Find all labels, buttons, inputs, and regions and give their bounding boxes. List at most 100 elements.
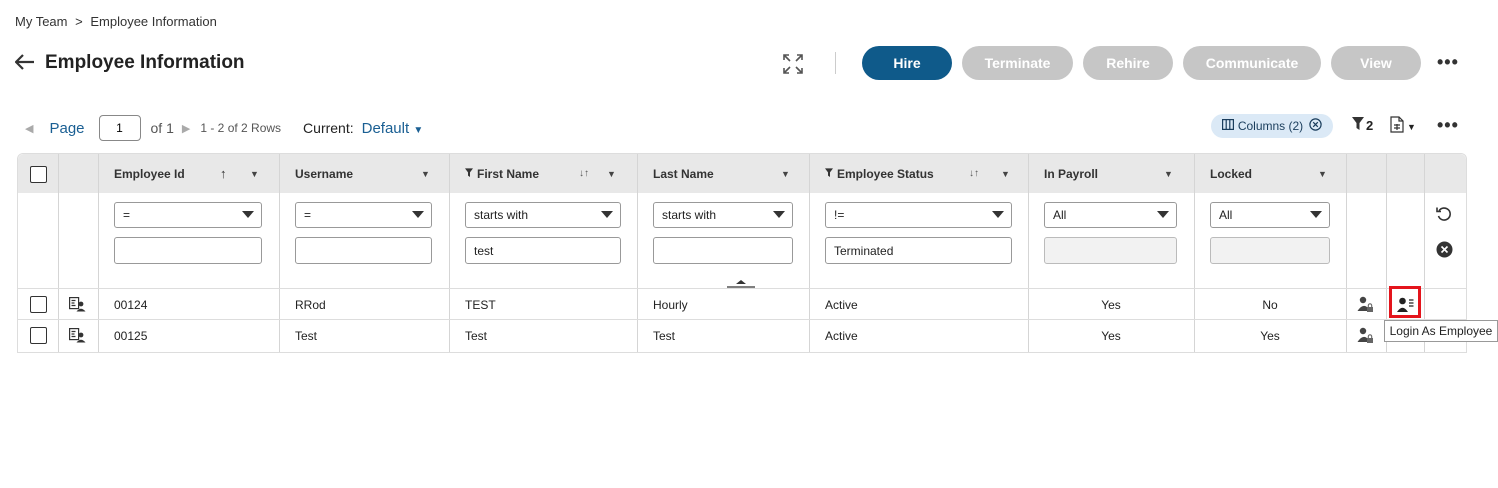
rows-info: 1 - 2 of 2 Rows <box>200 121 282 135</box>
export-button[interactable]: ▼ <box>1390 116 1416 138</box>
columns-icon <box>1221 119 1234 133</box>
column-menu-icon[interactable]: ▼ <box>1001 169 1010 179</box>
communicate-button[interactable]: Communicate <box>1183 46 1321 80</box>
last-name-filter-operator[interactable]: starts with <box>653 202 793 228</box>
next-page-icon[interactable]: ▶ <box>182 122 190 135</box>
header-employee-status[interactable]: Employee Status ↓↑ ▼ <box>825 154 1020 193</box>
select-all-checkbox[interactable] <box>30 166 47 183</box>
view-button[interactable]: View <box>1331 46 1421 80</box>
page-total: of 1 <box>150 120 174 136</box>
page-number-input[interactable] <box>98 115 141 141</box>
column-menu-icon[interactable]: ▼ <box>250 169 259 179</box>
hire-button[interactable]: Hire <box>862 46 952 80</box>
caret-down-icon: ▼ <box>1407 122 1416 132</box>
in-payroll-filter-operator[interactable]: All <box>1044 202 1177 228</box>
user-lock-icon[interactable] <box>1357 289 1374 320</box>
column-menu-icon[interactable]: ▼ <box>781 169 790 179</box>
table-row[interactable]: 00125 Test Test Test Active Yes Yes <box>18 319 1466 351</box>
header-label: Employee Id <box>114 166 185 181</box>
employee-status-filter-operator[interactable]: != <box>825 202 1012 228</box>
filter-operator-value: = <box>123 208 131 222</box>
first-name-filter-input[interactable]: test <box>465 237 621 264</box>
terminate-button[interactable]: Terminate <box>962 46 1073 80</box>
cell-employee-id: 00125 <box>114 328 148 343</box>
page-title: Employee Information <box>45 52 245 73</box>
column-menu-icon[interactable]: ▼ <box>1164 169 1173 179</box>
username-filter-operator[interactable]: = <box>295 202 432 228</box>
filter-operator-value: != <box>834 208 845 222</box>
header-label: Employee Status <box>837 166 934 181</box>
sort-asc-icon[interactable]: ↑ <box>220 166 227 181</box>
header-label: In Payroll <box>1044 166 1099 181</box>
page-label: Page <box>49 119 85 137</box>
employee-card-icon[interactable] <box>69 289 86 320</box>
more-actions-button[interactable]: ••• <box>1437 52 1459 73</box>
user-lock-icon[interactable] <box>1357 320 1374 351</box>
breadcrumb-my-team[interactable]: My Team <box>15 14 68 29</box>
employee-id-filter-input[interactable] <box>114 237 262 264</box>
clear-chip-icon[interactable] <box>1309 118 1322 134</box>
cell-locked: No <box>1262 297 1278 312</box>
title-row: Employee Information <box>14 50 245 76</box>
prev-page-icon[interactable]: ◀ <box>25 122 33 135</box>
filter-count-button[interactable]: 2 <box>1352 117 1373 134</box>
employee-grid: Employee Id ↑ ▼ Username ▼ First Name ↓↑… <box>17 153 1467 353</box>
arrow-left-icon[interactable] <box>14 50 35 76</box>
filter-icon <box>1352 117 1364 134</box>
breadcrumb-current: Employee Information <box>90 14 217 29</box>
grid-more-button[interactable]: ••• <box>1437 115 1459 136</box>
sort-icon[interactable]: ↓↑ <box>969 168 979 179</box>
header-locked[interactable]: Locked ▼ <box>1210 154 1340 193</box>
header-label: First Name <box>477 166 540 181</box>
employee-status-filter-input[interactable]: Terminated <box>825 237 1012 264</box>
employee-card-icon[interactable] <box>69 320 86 351</box>
tooltip: Login As Employee <box>1384 320 1498 342</box>
cell-in-payroll: Yes <box>1101 297 1121 312</box>
dropdown-arrow-icon <box>992 211 1004 218</box>
expand-icon[interactable] <box>781 52 805 76</box>
highlight-box <box>1389 286 1421 318</box>
cell-last-name: Hourly <box>653 297 688 312</box>
rehire-button[interactable]: Rehire <box>1083 46 1173 80</box>
current-view-value: Default <box>361 119 410 137</box>
locked-filter-input <box>1210 237 1330 264</box>
header-username[interactable]: Username ▼ <box>295 154 445 193</box>
column-menu-icon[interactable]: ▼ <box>1318 169 1327 179</box>
column-menu-icon[interactable]: ▼ <box>607 169 616 179</box>
dropdown-arrow-icon <box>1310 211 1322 218</box>
header-first-name[interactable]: First Name ↓↑ ▼ <box>465 154 635 193</box>
pager: ◀ Page of 1 ▶ 1 - 2 of 2 Rows Current: D… <box>25 115 423 141</box>
cell-locked: Yes <box>1260 328 1280 343</box>
filter-icon <box>825 167 833 181</box>
filter-operator-value: All <box>1053 208 1067 222</box>
filter-operator-value: = <box>304 208 312 222</box>
dropdown-arrow-icon <box>601 211 613 218</box>
current-view-label: Current: <box>303 120 354 136</box>
reset-filters-icon[interactable] <box>1436 206 1453 228</box>
columns-chip[interactable]: Columns (2) <box>1211 114 1333 138</box>
table-row[interactable]: 00124 RRod TEST Hourly Active Yes No <box>18 288 1466 320</box>
first-name-filter-operator[interactable]: starts with <box>465 202 621 228</box>
row-checkbox[interactable] <box>30 327 47 344</box>
breadcrumb: My Team > Employee Information <box>15 14 221 29</box>
employee-id-filter-operator[interactable]: = <box>114 202 262 228</box>
header-employee-id[interactable]: Employee Id ↑ ▼ <box>114 154 274 193</box>
locked-filter-operator[interactable]: All <box>1210 202 1330 228</box>
filter-operator-value: starts with <box>474 208 529 222</box>
cell-first-name: Test <box>465 328 488 343</box>
header-last-name[interactable]: Last Name ▼ <box>653 154 803 193</box>
cell-employee-status: Active <box>825 328 858 343</box>
current-view-dropdown[interactable]: Default ▼ <box>362 120 424 137</box>
filter-operator-value: starts with <box>662 208 717 222</box>
row-checkbox[interactable] <box>30 296 47 313</box>
username-filter-input[interactable] <box>295 237 432 264</box>
header-in-payroll[interactable]: In Payroll ▼ <box>1044 154 1194 193</box>
cell-employee-status: Active <box>825 297 858 312</box>
clear-filters-icon[interactable] <box>1436 241 1453 263</box>
column-menu-icon[interactable]: ▼ <box>421 169 430 179</box>
dropdown-arrow-icon <box>773 211 785 218</box>
sort-icon[interactable]: ↓↑ <box>579 168 589 179</box>
dropdown-arrow-icon <box>242 211 254 218</box>
last-name-filter-input[interactable] <box>653 237 793 264</box>
collapse-filter-icon[interactable] <box>726 276 756 288</box>
